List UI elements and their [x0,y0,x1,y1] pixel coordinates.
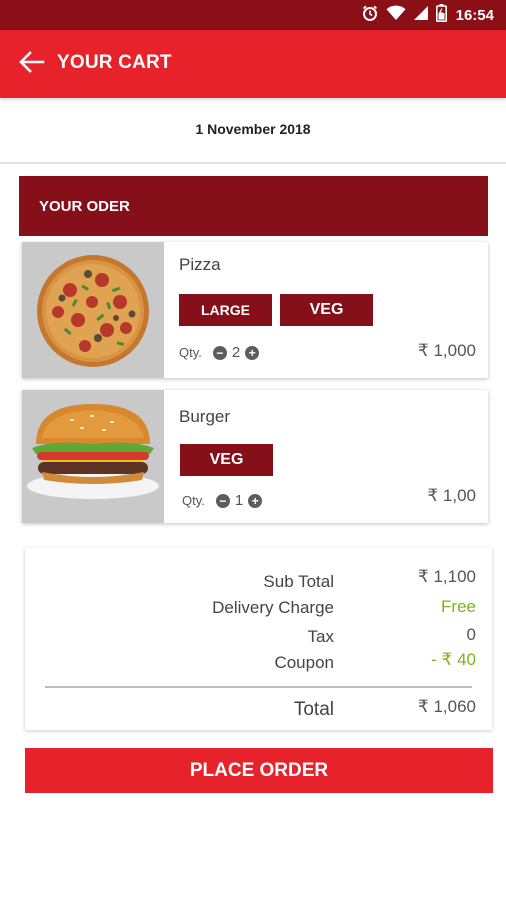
subtotal-value: ₹ 1,100 [417,567,476,586]
subtotal-label: Sub Total [263,572,334,591]
back-button[interactable] [18,50,46,78]
tax-label: Tax [307,627,334,646]
date-row: 1 November 2018 [0,98,506,164]
cart-item-pizza[interactable]: Pizza LARGE VEG Qty. − 2 + ₹ 1,000 [22,242,488,378]
delivery-charge-value: Free [441,597,476,616]
battery-icon [435,3,447,27]
order-summary: Sub Total ₹ 1,100 Delivery Charge Free T… [25,548,492,730]
item-price: ₹ 1,00 [427,486,476,505]
app-bar: YOUR CART [0,30,506,98]
quantity-value: 2 [231,344,241,361]
qty-label: Qty. [179,345,202,360]
total-label: Total [293,699,334,720]
order-section-title: YOUR ODER [39,198,130,215]
quantity-stepper: Qty. − 2 + [179,344,260,361]
quantity-value: 1 [234,492,244,509]
tax-value: 0 [466,625,476,644]
decrease-quantity-button[interactable]: − [215,493,230,508]
veg-tag[interactable]: VEG [280,294,373,326]
status-bar: 16:54 [0,0,506,30]
status-icons: 16:54 [361,3,494,27]
quantity-stepper: Qty. − 1 + [182,492,263,509]
order-section-header: YOUR ODER [19,176,488,236]
qty-label: Qty. [182,493,205,508]
alarm-icon [361,4,379,27]
coupon-value: - ₹ 40 [431,650,476,669]
coupon-label: Coupon [274,653,334,672]
pizza-image [22,242,164,378]
increase-quantity-button[interactable]: + [245,345,260,360]
item-name: Burger [179,407,231,426]
wifi-icon [386,5,406,26]
size-tag-large[interactable]: LARGE [179,294,272,326]
item-price: ₹ 1,000 [417,341,476,360]
decrease-quantity-button[interactable]: − [212,345,227,360]
veg-tag[interactable]: VEG [180,444,273,476]
arrow-left-icon [19,50,45,78]
place-order-button[interactable]: PLACE ORDER [25,748,493,793]
delivery-charge-label: Delivery Charge [212,598,334,617]
page-title: YOUR CART [57,52,172,73]
item-name: Pizza [179,255,221,274]
summary-divider [45,686,472,688]
status-time: 16:54 [455,6,494,24]
signal-icon [413,5,429,26]
total-value: ₹ 1,060 [417,697,476,716]
increase-quantity-button[interactable]: + [248,493,263,508]
order-date: 1 November 2018 [195,121,311,137]
cart-item-burger[interactable]: Burger VEG Qty. − 1 + ₹ 1,00 [22,390,488,523]
burger-image [22,390,164,523]
